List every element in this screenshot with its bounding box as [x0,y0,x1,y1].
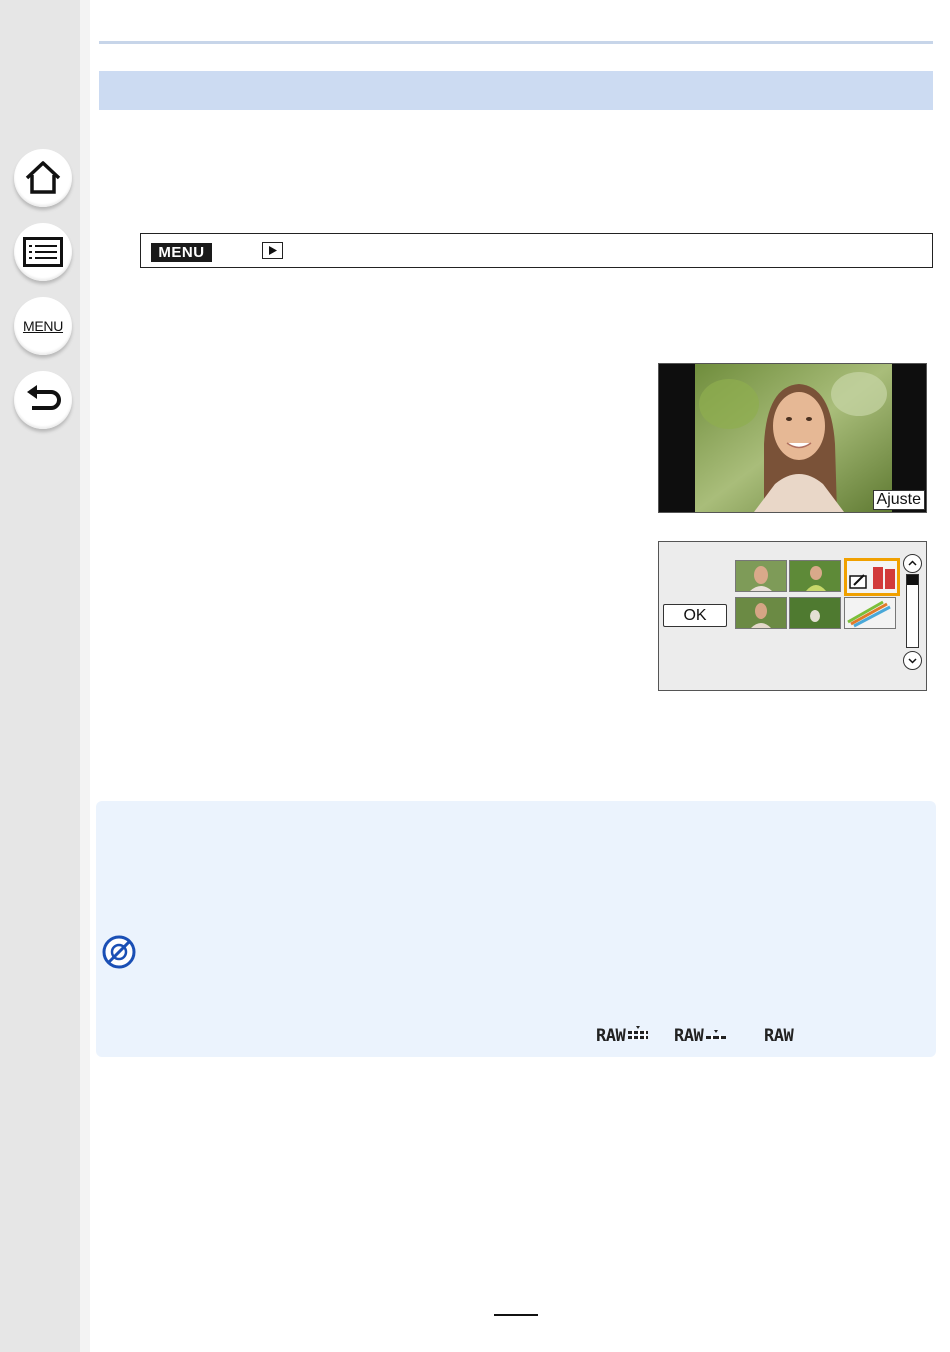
back-button[interactable] [14,371,72,429]
chevron-up-icon [908,560,917,566]
scrollbar[interactable] [906,574,919,648]
thumbnail-2[interactable] [789,560,841,592]
menu-path-box: MENU [140,233,933,268]
ok-button[interactable]: OK [663,604,727,627]
adjust-label: Ajuste [872,490,925,510]
raw-standard-format: RAW [674,1026,729,1046]
menu-button[interactable]: MENU [14,297,72,355]
thumbnail-4[interactable] [735,597,787,629]
contents-button[interactable] [14,223,72,281]
page-number-rule [494,1314,538,1316]
home-button[interactable] [14,149,72,207]
playback-icon [262,242,283,259]
raw-standard-icon [706,1030,727,1040]
menu-chip: MENU [151,243,212,262]
raw-fine-icon [628,1026,649,1040]
raw-label-3: RAW [764,1026,794,1046]
thumbnail-1[interactable] [735,560,787,592]
raw-fine-format: RAW [596,1026,651,1046]
header-rule [99,41,933,44]
scrollbar-thumb[interactable] [907,575,918,585]
thumbnail-5[interactable] [789,597,841,629]
section-title-band [99,71,933,110]
menu-label: MENU [22,318,64,334]
thumbnail-6[interactable] [844,597,896,629]
sidebar-shadow [80,0,90,1352]
raw-label-1: RAW [596,1026,626,1046]
notes-box [96,801,936,1057]
photo-screen: Ajuste [658,363,927,513]
back-arrow-icon [27,385,61,410]
thumbnail-selected[interactable] [844,558,900,596]
home-icon [25,161,61,194]
list-icon [23,237,63,267]
scroll-down-button[interactable] [903,651,922,670]
raw-label-2: RAW [674,1026,704,1046]
picture-select-screen: OK [658,541,927,691]
chevron-down-icon [908,658,917,664]
not-available-icon [102,935,136,969]
scroll-up-button[interactable] [903,554,922,573]
raw-only-format: RAW [764,1026,794,1046]
